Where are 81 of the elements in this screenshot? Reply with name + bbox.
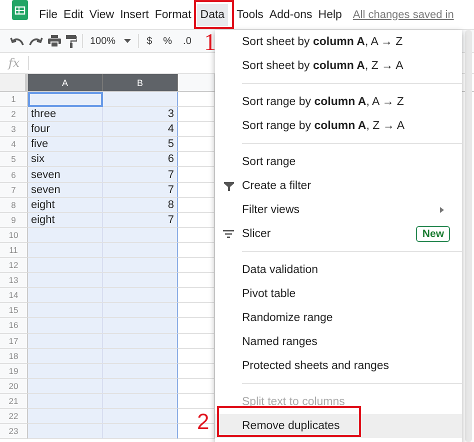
column-header[interactable]: A [28,74,103,91]
corner-cell[interactable] [0,74,28,91]
new-badge: New [416,226,450,242]
table-cell: five [28,137,103,152]
menu-option-label: Remove duplicates [242,420,341,432]
annotation-number: 1 [204,31,216,55]
print-icon[interactable] [48,35,61,47]
menu-item[interactable]: Format [152,4,194,26]
menu-item[interactable]: Tools [234,4,266,26]
filter-icon [224,182,234,190]
row-number[interactable]: 4 [0,137,28,152]
table-cell: seven [28,182,103,198]
table-cell: four [28,122,103,138]
annotation-frame [194,0,234,29]
menu-option-label: Sort range [242,156,297,168]
menu-option[interactable]: Randomize range [215,306,462,330]
table-cell: 6 [103,152,178,168]
menu-item[interactable]: Insert [117,4,152,26]
caret-icon [124,39,131,43]
menu-option-label: Filter views [242,204,301,216]
menu-option[interactable]: Sort range [215,150,462,174]
menu-option[interactable]: Sort sheet by column A, Z → A [215,54,462,78]
menu-item[interactable]: File [36,4,61,26]
menu-option[interactable]: Data validation [215,258,462,282]
menu-item[interactable]: View [86,4,118,26]
undo-icon[interactable] [10,36,24,46]
menu-option[interactable]: Pivot table [215,282,462,306]
save-status-link[interactable]: All changes saved in [352,8,454,20]
menu-option[interactable]: Sort range by column A, A → Z [215,90,462,114]
menu-item[interactable]: Data [197,4,228,26]
menu-option[interactable]: Remove duplicates [215,414,462,438]
zoom-dropdown[interactable]: 100% [88,36,133,46]
annotation-number: 2 [197,411,210,433]
sheets-logo-icon[interactable] [12,0,28,20]
menu-option-label: Data validation [242,264,320,276]
menu-option[interactable]: Sort range by column A, Z → A [215,114,462,138]
scrollbar[interactable] [465,30,472,442]
redo-icon[interactable] [29,36,43,46]
menu-item[interactable]: Edit [60,4,86,26]
currency-button[interactable]: $ [144,36,156,46]
table-cell: 4 [103,122,178,138]
table-cell: eight [28,198,103,213]
table-cell: 7 [103,182,178,198]
menu-option-label: Sort sheet by column A, Z → A [242,60,404,72]
table-cell: three [28,107,103,122]
menu-option[interactable]: Named ranges [215,330,462,354]
menu-option[interactable]: Filter views [215,198,462,222]
percent-button[interactable]: % [160,36,176,46]
menu-option-label: Pivot table [242,288,297,300]
column-header[interactable]: B [103,74,178,91]
row-number[interactable]: 6 [0,167,28,183]
table-cell: eight [28,212,103,228]
table-cell: 3 [103,107,178,122]
menu-option-label: Sort sheet by column A, A → Z [242,36,404,48]
menu-option-label: Sort range by column A, Z → A [242,120,406,132]
menu-item[interactable]: Add-ons [266,4,316,26]
menu-option[interactable]: Create a filter [215,174,462,198]
paint-format-icon[interactable] [66,34,77,48]
menu-option-label: Sort range by column A, A → Z [242,96,405,108]
menu-option[interactable]: Protected sheets and ranges [215,354,462,378]
slicer-icon [223,230,234,238]
table-cell: 8 [103,198,178,213]
menu-option-label: Split text to columns [242,396,346,408]
formula-label: fx [6,56,21,70]
menu-option[interactable]: Sort sheet by column A, A → Z [215,30,462,54]
menu-option-label: Randomize range [242,312,334,324]
menu-option-label: Named ranges [242,336,318,348]
table-cell: 7 [103,167,178,183]
table-cell: seven [28,167,103,183]
row-number[interactable]: 9 [0,212,28,228]
decimal-button[interactable]: .0 [180,36,194,46]
menu-item[interactable]: Help [315,4,345,26]
row-number[interactable]: 8 [0,198,28,213]
menu-option-label: Create a filter [242,180,312,192]
menu-option-label: Protected sheets and ranges [242,360,390,372]
table-cell: six [28,152,103,168]
table-cell: 5 [103,137,178,152]
table-cell: 7 [103,212,178,228]
menu-option[interactable]: Slicer New [215,222,462,246]
menu-option-label: Slicer [242,228,272,240]
row-number[interactable]: 2 [0,107,28,122]
